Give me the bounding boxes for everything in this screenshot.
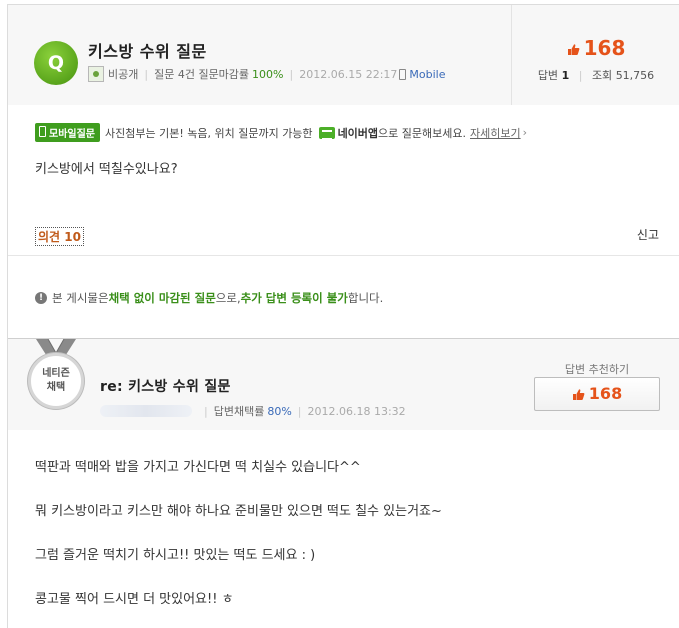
question-like-count[interactable]: 168	[512, 36, 679, 60]
answer-line: 콩고물 찍어 드시면 더 맛있어요!! ㅎ	[35, 592, 234, 607]
question-header: Q 키스방 수위 질문 비공개 | 질문 4건 질문마감률 100% | 201…	[8, 5, 679, 105]
answer-line: 뭐 키스방이라고 키스만 해야 하나요 준비물만 있으면 떡도 칠수 있는거죠~	[35, 504, 442, 519]
mobile-promo: 모바일질문 사진첨부는 기본! 녹음, 위치 질문까지 가능한 네이버앱 으로 …	[35, 123, 527, 142]
close-rate: 100%	[252, 67, 284, 81]
adopt-rate: 80%	[267, 404, 292, 418]
question-device: Mobile	[409, 67, 446, 81]
report-link[interactable]: 신고	[637, 226, 659, 243]
question-badge-icon: Q	[34, 41, 78, 85]
answer-line: 그럼 즐거운 떡치기 하시고!! 맛있는 떡도 드세요 : )	[35, 548, 316, 563]
notice-highlight-1: 채택 없이 마감된 질문	[108, 291, 216, 305]
question-meta: 비공개 | 질문 4건 질문마감률 100% | 2012.06.15 22:1…	[88, 66, 446, 82]
recommend-button[interactable]: 168	[534, 377, 660, 411]
mobile-question-tag: 모바일질문	[35, 123, 100, 142]
question-title[interactable]: 키스방 수위 질문	[88, 38, 207, 62]
meta-separator: |	[297, 404, 302, 418]
netizen-choice-medal-icon: 네티즌 채택	[28, 353, 84, 409]
divider	[8, 255, 679, 256]
exclamation-icon: !	[35, 292, 47, 304]
thumbs-up-icon	[567, 43, 580, 56]
question-author: 비공개	[108, 68, 139, 81]
views-label: 조회	[591, 69, 613, 82]
blurred-author-name	[100, 405, 192, 417]
count-separator: |	[578, 69, 583, 82]
meta-separator: |	[204, 404, 208, 418]
promo-more-link[interactable]: 자세히보기	[470, 125, 521, 141]
adopt-label: 답변채택률	[213, 405, 265, 418]
mobile-phone-icon	[399, 68, 407, 80]
naver-app-label[interactable]: 네이버앱	[318, 125, 379, 141]
notice-text-1: 본 게시물은	[52, 291, 109, 305]
answer-datetime: 2012.06.18 13:32	[307, 404, 406, 418]
chevron-right-icon: ›	[522, 126, 528, 139]
opinion-button[interactable]: 의견 10	[35, 227, 84, 246]
naver-app-icon	[318, 126, 335, 140]
answer-header: 네티즌 채택 re: 키스방 수위 질문 | 답변채택률 80% | 2012.…	[8, 338, 679, 430]
thumbs-up-icon	[572, 388, 585, 401]
answer-line: 떡판과 떡매와 밥을 가지고 가신다면 떡 치실수 있습니다^^	[35, 460, 361, 475]
question-stats: 질문 4건 질문마감률	[154, 68, 250, 81]
notice-highlight-2: 추가 답변 등록이 불가	[240, 291, 348, 305]
meta-separator: |	[144, 67, 149, 81]
views-count: 51,756	[615, 69, 655, 82]
medal-line-2: 채택	[46, 382, 66, 393]
user-avatar-icon	[88, 66, 104, 82]
answer-body: 떡판과 떡매와 밥을 가지고 가신다면 떡 치실수 있습니다^^ 뭐 키스방이라…	[35, 457, 442, 628]
answer-view-counts: 답변 1 | 조회 51,756	[512, 67, 679, 83]
answer-meta: | 답변채택률 80% | 2012.06.18 13:32	[100, 403, 406, 419]
notice-text-3: 합니다.	[347, 291, 384, 305]
promo-text: 사진첨부는 기본! 녹음, 위치 질문까지 가능한	[105, 126, 313, 140]
closed-notice: ! 본 게시물은 채택 없이 마감된 질문 으로, 추가 답변 등록이 불가 합…	[35, 290, 383, 306]
notice-text-2: 으로,	[215, 291, 241, 305]
naver-app-text: 네이버앱	[337, 126, 379, 140]
answer-title: re: 키스방 수위 질문	[100, 379, 231, 395]
meta-separator: |	[289, 67, 294, 81]
answers-label: 답변	[537, 69, 559, 82]
question-datetime: 2012.06.15 22:17	[299, 67, 398, 81]
answer-like-number: 168	[588, 384, 623, 403]
question-like-number: 168	[583, 36, 626, 60]
question-body: 키스방에서 떡칠수있나요?	[35, 162, 178, 177]
medal-line-1: 네티즌	[42, 368, 70, 379]
promo-text-2: 으로 질문해보세요.	[378, 126, 466, 140]
qna-frame: Q 키스방 수위 질문 비공개 | 질문 4건 질문마감률 100% | 201…	[7, 4, 679, 628]
recommend-label: 답변 추천하기	[564, 363, 630, 376]
answers-count: 1	[561, 69, 570, 82]
